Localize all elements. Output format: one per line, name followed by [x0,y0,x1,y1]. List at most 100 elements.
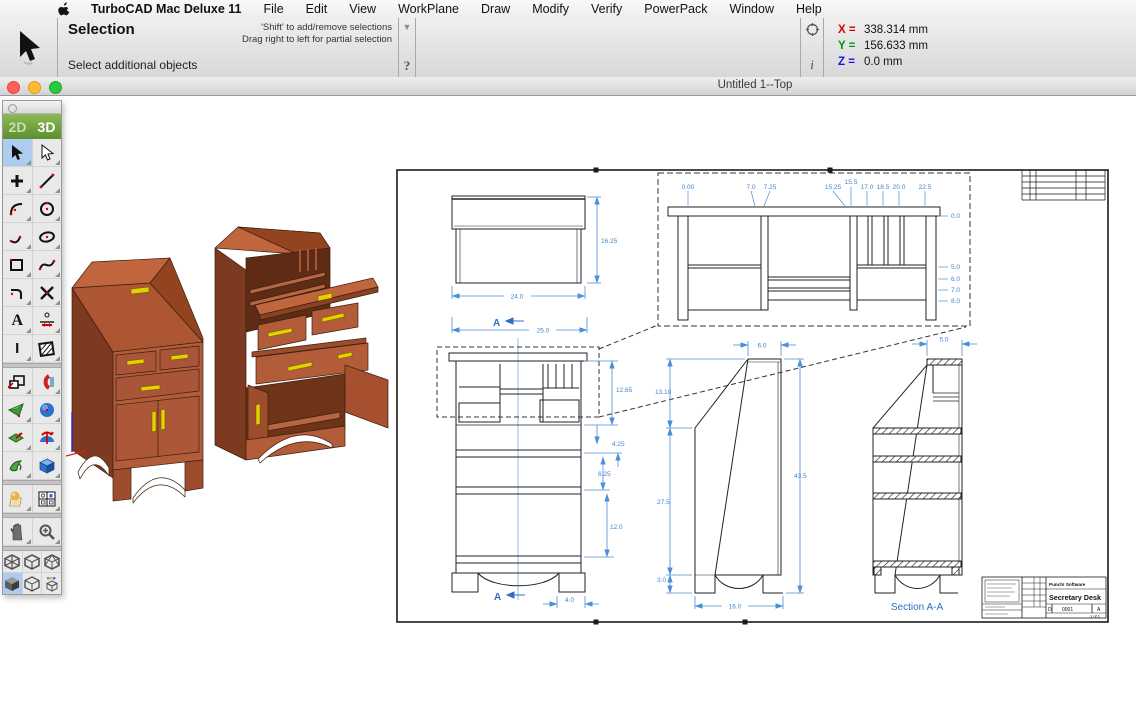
dim-side-height: 43.5 [794,473,807,480]
tool-info-panel: Selection Select additional objects 'Shi… [58,18,399,77]
menu-modify[interactable]: Modify [532,2,569,16]
title-block-rev: A [1097,607,1101,613]
iso-view-top-button[interactable] [22,551,42,572]
menu-workplane[interactable]: WorkPlane [398,2,459,16]
side-view[interactable] [695,359,783,593]
curve-tool[interactable] [3,223,32,250]
top-view-dimensions: 16.25 24.0 [452,197,618,301]
close-window-button[interactable] [7,81,20,94]
offset-copy-tool[interactable] [3,368,32,395]
menu-draw[interactable]: Draw [481,2,510,16]
apple-icon [58,2,71,16]
coord-z-row: Z = 0.0 mm [838,54,1136,70]
3d-sphere-tool[interactable] [32,396,62,423]
detail-dim-1: 7.0 [746,184,755,191]
tool-palette[interactable]: 2D 3D [2,100,62,595]
corner-fillet-tool[interactable] [3,279,32,306]
section-view[interactable] [873,359,962,593]
circle-tool[interactable] [32,195,62,222]
intersect-tool[interactable] [32,279,62,306]
tool-subtitle: Select additional objects [68,58,197,72]
tool-option-bar: Selection Select additional objects 'Shi… [0,18,1136,78]
revolve-tool[interactable] [32,424,62,451]
dim-gap: 4.25 [612,441,625,448]
help-button[interactable]: ? [404,58,411,74]
window-title: Untitled 1--Top [640,79,870,91]
menu-edit[interactable]: Edit [306,2,328,16]
thick-line-tool[interactable]: I [3,335,32,362]
options-dropdown[interactable]: ▼ [403,22,412,32]
dim-section-top: 5.0 [939,337,948,344]
top-view[interactable] [452,196,585,283]
text-tool[interactable]: A [3,307,32,334]
point-tool[interactable] [3,167,32,194]
minimize-window-button[interactable] [28,81,41,94]
menu-help[interactable]: Help [796,2,822,16]
3d-model-closed-desk[interactable] [66,258,203,503]
menu-file[interactable]: File [264,2,284,16]
detail-view-dimensions: 0.00 7.0 7.25 15.25 15.5 17.0 18.5 20.0 … [682,179,961,305]
open-select-tool[interactable] [32,139,62,166]
spline-tool[interactable] [32,251,62,278]
extrude-tool[interactable] [3,424,32,451]
coord-x-value: 338.314 mm [864,24,928,36]
current-tool-icon-cell [0,18,58,77]
detail-dim-5: 17.0 [861,184,874,191]
dimension-tool[interactable] [32,307,62,334]
shaded-view-button[interactable] [3,573,22,594]
hatch-tool[interactable] [32,335,62,362]
sweep-tool[interactable] [3,452,32,479]
menu-window[interactable]: Window [730,2,774,16]
wireframe-view-button[interactable] [22,573,42,594]
mode-2d-button[interactable]: 2D [3,119,32,135]
palette-close-button[interactable] [8,104,17,113]
select-tool[interactable] [3,139,32,166]
mode-3d-button[interactable]: 3D [32,119,61,135]
detail-view[interactable] [668,207,940,320]
title-block-company: Punch! Software [1049,582,1086,587]
title-block-sheet: 1 of 1 [1090,614,1101,619]
pan-tool[interactable] [3,518,32,545]
3d-model-open-desk[interactable] [215,227,388,463]
arc-tool[interactable] [3,195,32,222]
menu-verify[interactable]: Verify [591,2,622,16]
dim-pigeonhole-height: 12.65 [616,387,633,394]
palette-title-bar[interactable] [3,101,61,114]
text-tool-glyph: A [11,313,23,329]
detail-rdim-3: 7.0 [951,287,960,294]
tool-hint-1: 'Shift' to add/remove selections [242,22,392,34]
detail-dim-7: 20.0 [893,184,906,191]
detail-leader-2 [599,327,966,417]
render-material-tool[interactable] [3,485,32,512]
textured-view-button[interactable] [41,573,61,594]
detail-rdim-0: 0.0 [951,213,960,220]
menu-view[interactable]: View [349,2,376,16]
dim-lower: 12.0 [610,524,623,531]
document-title-bar[interactable]: Untitled 1--Top [0,77,1136,96]
apple-menu[interactable] [58,2,71,16]
crosshair-icon[interactable] [806,23,819,36]
title-block-title: Secretary Desk [1049,593,1101,602]
mode-toggle: 2D 3D [3,114,61,139]
zoom-tool[interactable] [32,518,62,545]
3d-box-tool[interactable] [32,452,62,479]
iso-view-nw-button[interactable] [41,551,61,572]
rectangle-tool[interactable] [3,251,32,278]
info-icon[interactable]: i [810,57,814,73]
3d-mesh-tool[interactable] [3,396,32,423]
iso-view-ne-button[interactable] [3,551,22,572]
viewport-layout-tool[interactable] [32,485,62,512]
toolbar-empty-area [416,18,800,77]
menu-powerpack[interactable]: PowerPack [644,2,707,16]
drawing-canvas[interactable]: 16.25 24.0 A 25.0 [0,95,1136,710]
tool-extras-column: ▼ ? [399,18,416,77]
menu-app-name[interactable]: TurboCAD Mac Deluxe 11 [91,2,242,16]
front-view[interactable] [449,338,587,600]
zoom-window-button[interactable] [49,81,62,94]
tool-hints: 'Shift' to add/remove selections Drag ri… [242,22,392,46]
dim-drawer: 6.25 [598,471,611,478]
dim-top-height: 16.25 [601,238,618,245]
magnet-snap-tool[interactable] [32,368,62,395]
line-tool[interactable] [32,167,62,194]
ellipse-tool[interactable] [32,223,62,250]
